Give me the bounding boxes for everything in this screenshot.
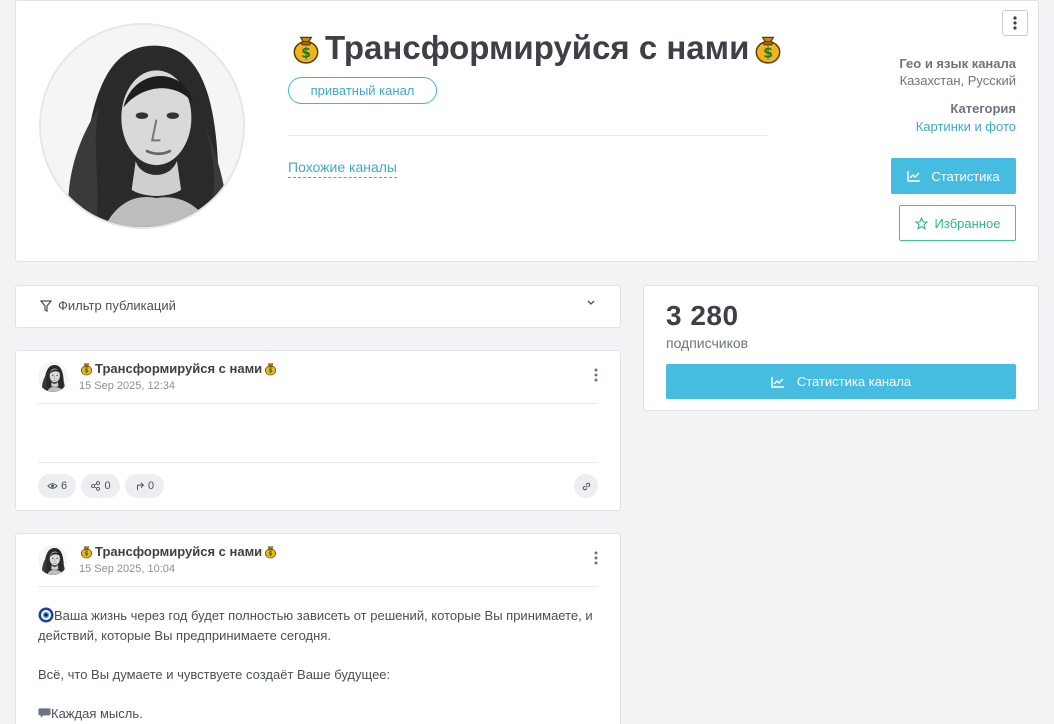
similar-channels-link[interactable]: Похожие каналы (288, 159, 397, 178)
subscribers-count: 3 280 (666, 300, 739, 331)
star-icon (914, 216, 928, 230)
post-divider (38, 586, 598, 587)
statistics-button[interactable]: Статистика (891, 158, 1016, 194)
eye-icon (47, 483, 58, 489)
views-count: 6 (60, 480, 68, 492)
moneybag-icon (79, 544, 94, 559)
subscribers-card: 3 280 подписчиков Статистика канала (643, 285, 1039, 411)
post-date: 15 Sep 2025, 10:04 (79, 563, 176, 575)
channel-statistics-button[interactable]: Статистика канала (666, 364, 1016, 399)
filter-icon (40, 299, 52, 312)
post-text-paragraph: Ваша жизнь через год будет полностью зав… (38, 606, 604, 646)
moneybag-icon (263, 544, 278, 559)
moneybag-icon (263, 361, 278, 376)
post-menu-button[interactable] (594, 551, 598, 565)
category-label: Категория (950, 101, 1016, 116)
header-divider (288, 135, 767, 136)
post-date: 15 Sep 2025, 12:34 (79, 380, 176, 392)
chevron-down-icon[interactable] (586, 299, 596, 307)
channel-header-card: Трансформируйся с нами приватный канал П… (15, 0, 1039, 262)
post-text-paragraph: Каждая мысль. (38, 704, 604, 724)
post-text: Всё, что Вы думаете и чувствуете создаёт… (38, 667, 391, 682)
chart-icon (771, 376, 784, 388)
speech-bubble-icon (38, 708, 51, 718)
forwards-counter: 0 (125, 474, 164, 498)
channel-menu-button[interactable] (1002, 10, 1028, 36)
post-avatar[interactable] (38, 545, 68, 575)
channel-avatar (39, 23, 245, 229)
post-text: Ваша жизнь через год будет полностью зав… (38, 608, 593, 643)
channel-title-text: Трансформируйся с нами (325, 29, 750, 66)
views-counter: 6 (38, 474, 76, 498)
filter-toggle[interactable]: Фильтр публикаций (40, 298, 176, 313)
channel-title: Трансформируйся с нами (289, 29, 785, 67)
category-link[interactable]: Картинки и фото (916, 119, 1016, 134)
shares-count: 0 (104, 480, 111, 492)
share-icon (91, 481, 101, 491)
moneybag-icon (751, 31, 785, 65)
chart-icon (907, 171, 921, 182)
post-divider (38, 403, 598, 404)
geo-language-label: Гео и язык канала (899, 56, 1016, 71)
private-channel-badge: приватный канал (288, 77, 437, 104)
filter-publications-bar[interactable]: Фильтр публикаций (15, 285, 621, 328)
nazar-icon (38, 607, 54, 623)
moneybag-icon (79, 361, 94, 376)
moneybag-icon (289, 31, 323, 65)
post-card: Трансформируйся с нами 15 Sep 2025, 12:3… (15, 350, 621, 511)
subscribers-label: подписчиков (666, 335, 749, 351)
post-text: Каждая мысль. (51, 706, 143, 721)
post-title-text: Трансформируйся с нами (95, 544, 263, 559)
filter-label: Фильтр публикаций (58, 298, 176, 313)
post-card: Трансформируйся с нами 15 Sep 2025, 10:0… (15, 533, 621, 724)
post-menu-button[interactable] (594, 368, 598, 382)
link-icon (582, 482, 590, 490)
statistics-button-label: Статистика (931, 168, 1000, 184)
forwards-count: 0 (147, 480, 155, 492)
post-divider (38, 462, 598, 463)
post-title-text: Трансформируйся с нами (95, 361, 263, 376)
post-text-paragraph: Всё, что Вы думаете и чувствуете создаёт… (38, 665, 604, 685)
post-avatar[interactable] (38, 362, 68, 392)
post-channel-title[interactable]: Трансформируйся с нами (79, 544, 278, 559)
geo-language-value: Казахстан, Русский (899, 73, 1016, 88)
favorite-button[interactable]: Избранное (899, 205, 1016, 241)
shares-counter: 0 (81, 474, 120, 498)
kebab-icon (1013, 16, 1017, 30)
forward-icon (136, 482, 144, 491)
post-link-button[interactable] (574, 474, 598, 498)
channel-statistics-button-label: Статистика канала (796, 374, 912, 389)
post-channel-title[interactable]: Трансформируйся с нами (79, 361, 278, 376)
favorite-button-label: Избранное (934, 215, 1001, 231)
